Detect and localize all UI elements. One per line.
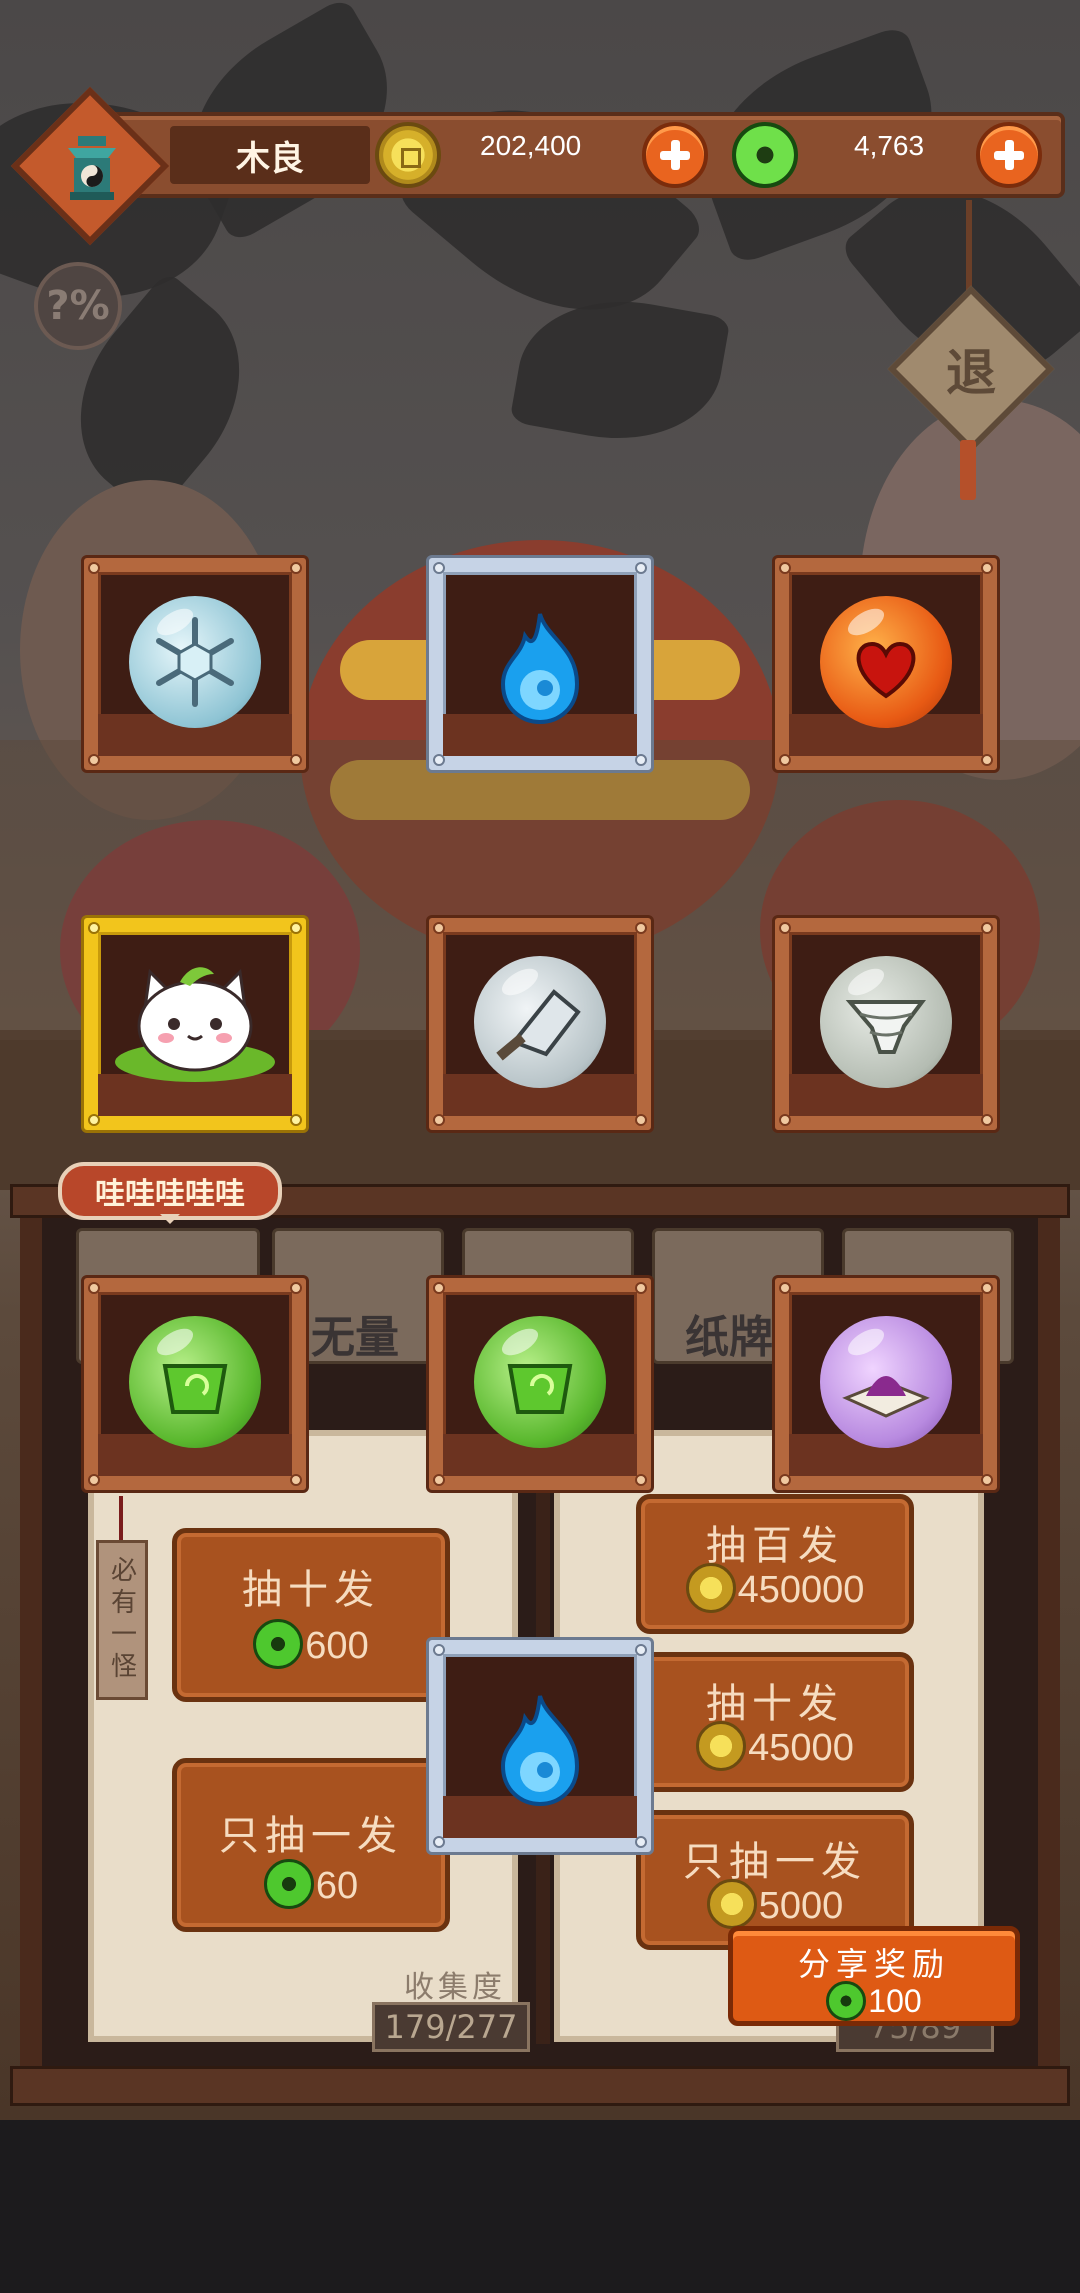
gold-amount: 202,400	[480, 130, 582, 161]
cleaver-orb-icon	[474, 956, 606, 1088]
share-reward-amount: 100	[868, 1983, 922, 2019]
draw-cost: 45000	[748, 1727, 854, 1770]
leaf-cat-spirit-icon	[115, 967, 275, 1082]
draw-cost: 450000	[737, 1569, 865, 1612]
jade-draw-one-button[interactable]: 只抽一发 60	[172, 1758, 450, 1932]
reward-card[interactable]	[775, 918, 997, 1130]
odds-info-button[interactable]: ?%	[34, 262, 122, 350]
snowflake-orb-icon	[129, 596, 261, 728]
jade-draw-ten-button[interactable]: 抽十发 600	[172, 1528, 450, 1702]
green-bell-orb-icon	[474, 1316, 606, 1448]
gold-coin-icon	[375, 122, 441, 188]
tassel-icon	[960, 440, 976, 500]
jade-amount: 4,763	[854, 130, 925, 161]
gold-draw-ten-button[interactable]: 抽十发 45000	[636, 1652, 914, 1792]
draw-title: 只抽一发	[683, 1839, 867, 1885]
gold-draw-hundred-button[interactable]: 抽百发 450000	[636, 1494, 914, 1634]
reward-card[interactable]	[84, 558, 306, 770]
tab-zhipai-label: 纸牌	[685, 1312, 773, 1363]
draw-title: 抽百发	[706, 1523, 844, 1569]
draw-title: 抽十发	[242, 1567, 380, 1613]
blue-flame-icon	[500, 1695, 580, 1807]
reward-card[interactable]	[429, 1278, 651, 1490]
purple-scroll-orb-icon	[820, 1316, 952, 1448]
tab-wuliang-label: 无量	[311, 1312, 399, 1363]
draw-title: 只抽一发	[219, 1813, 403, 1859]
panel-bottom-beam	[10, 2066, 1070, 2106]
draw-title: 抽十发	[706, 1681, 844, 1727]
draw-cost: 5000	[758, 1885, 844, 1928]
whirlwind-orb-icon	[820, 956, 952, 1088]
share-reward-button[interactable]: 分享奖励 100	[728, 1926, 1020, 2026]
bottom-bar	[0, 2120, 1080, 2293]
draw-cost: 60	[315, 1865, 359, 1908]
add-jade-button[interactable]	[976, 122, 1042, 188]
jade-coin-icon	[732, 122, 798, 188]
draw-cost: 600	[305, 1625, 369, 1668]
reward-card[interactable]	[84, 1278, 306, 1490]
gold-coin-icon	[685, 1563, 736, 1613]
exit-label[interactable]: 退	[912, 310, 1030, 428]
top-bar: 木良 202,400 4,763	[10, 86, 1070, 246]
jade-coin-icon	[263, 1859, 314, 1909]
guarantee-tag: 必有一怪	[96, 1540, 148, 1700]
reward-card[interactable]	[775, 558, 997, 770]
jade-coin-icon	[253, 1619, 304, 1669]
jade-coin-icon	[826, 1980, 867, 2021]
add-gold-button[interactable]	[642, 122, 708, 188]
reward-card[interactable]	[429, 1640, 651, 1852]
speech-bubble: 哇哇哇哇哇	[58, 1162, 282, 1224]
fire-heart-orb-icon	[820, 596, 952, 728]
collection-value: 179/277	[372, 2002, 530, 2052]
reward-card[interactable]	[775, 1278, 997, 1490]
reward-card-legendary[interactable]	[84, 918, 306, 1130]
reward-card[interactable]	[429, 558, 651, 770]
reward-card[interactable]	[429, 918, 651, 1130]
tag-string	[119, 1496, 123, 1542]
green-bell-orb-icon	[129, 1316, 261, 1448]
player-name: 木良	[170, 126, 370, 184]
blue-flame-icon	[500, 613, 580, 725]
gold-coin-icon	[696, 1721, 747, 1771]
collection-label: 收集度	[404, 1970, 506, 2005]
share-title: 分享奖励	[797, 1945, 950, 1983]
gold-coin-icon	[706, 1879, 757, 1929]
pagoda-yinyang-icon	[68, 136, 116, 200]
